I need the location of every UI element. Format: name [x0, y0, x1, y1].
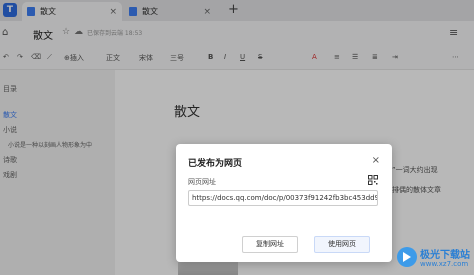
watermark: 极光下载站 www.xz7.com: [397, 245, 473, 273]
url-label: 网页网址: [188, 178, 216, 186]
qr-code-icon[interactable]: [368, 175, 378, 185]
url-field[interactable]: https://docs.qq.com/doc/p/00373f91242fb3…: [188, 190, 378, 206]
use-webpage-button[interactable]: 使用网页: [314, 236, 370, 253]
watermark-url: www.xz7.com: [420, 260, 469, 268]
copy-url-button[interactable]: 复制网址: [242, 236, 298, 253]
close-icon[interactable]: ×: [372, 155, 380, 166]
dialog-title: 已发布为网页: [188, 159, 243, 169]
watermark-logo-icon: [397, 247, 417, 267]
publish-dialog: 已发布为网页 × 网页网址 https://docs.qq.com/doc/p/…: [176, 144, 392, 262]
watermark-brand: 极光下载站: [420, 250, 470, 261]
